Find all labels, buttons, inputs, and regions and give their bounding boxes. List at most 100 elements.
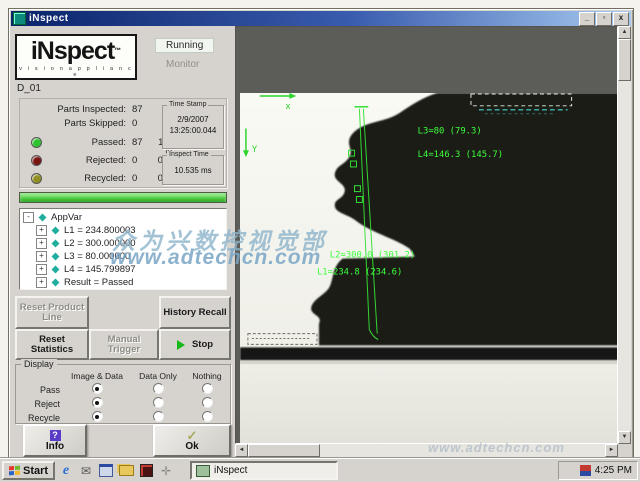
- tree-root-label: AppVar: [51, 212, 82, 223]
- collapse-icon[interactable]: -: [23, 212, 34, 223]
- window-titlebar[interactable]: iNspect _ ▫ x: [11, 11, 631, 26]
- scrollbar-corner: [618, 444, 631, 457]
- tree-item-label: L3 = 80.000000: [64, 251, 130, 262]
- horizontal-scrollbar[interactable]: ◄ ►: [235, 444, 618, 457]
- variable-icon: [52, 266, 60, 274]
- bar-shadow: [240, 360, 618, 364]
- logo-trademark: ™: [114, 48, 121, 55]
- tree-item-label: L1 = 234.800003: [64, 225, 136, 236]
- measurement-l3: L3=80 (79.3): [418, 126, 482, 136]
- radio-pass-image-data[interactable]: [92, 383, 103, 394]
- stop-button[interactable]: Stop: [159, 329, 231, 360]
- radio-pass-data-only[interactable]: [153, 383, 164, 394]
- radio-reject-data-only[interactable]: [153, 397, 164, 408]
- tree-item[interactable]: + L4 = 145.799897: [23, 263, 226, 276]
- parts-skipped-label: Parts Skipped:: [36, 118, 126, 129]
- radio-reject-nothing[interactable]: [202, 397, 213, 408]
- expand-icon[interactable]: +: [36, 264, 47, 275]
- window-title: iNspect: [29, 13, 578, 24]
- close-button[interactable]: x: [613, 12, 629, 26]
- passed-label: Passed:: [36, 137, 126, 148]
- info-button-label: Info: [46, 441, 64, 452]
- inspect-window: iNspect _ ▫ x iNspect™ v i s i o n a p p…: [8, 8, 634, 460]
- variable-tree[interactable]: - AppVar + L1 = 234.800003 + L2 = 300.00…: [19, 208, 227, 290]
- radio-reject-image-data[interactable]: [92, 397, 103, 408]
- scroll-up-icon[interactable]: ▲: [618, 26, 631, 39]
- vertical-scrollbar[interactable]: ▲ ▼: [618, 26, 631, 444]
- radio-recycle-image-data[interactable]: [92, 411, 103, 422]
- media-app-icon[interactable]: [138, 463, 154, 479]
- tree-item[interactable]: + L3 = 80.000000: [23, 250, 226, 263]
- vertical-scroll-thumb[interactable]: [618, 39, 631, 81]
- control-panel: iNspect™ v i s i o n a p p l i a n c e R…: [11, 26, 236, 457]
- column-header: Nothing: [186, 371, 228, 381]
- system-tray: 4:25 PM: [558, 461, 638, 480]
- product-id: D_01: [17, 83, 41, 94]
- minimize-button[interactable]: _: [579, 12, 595, 26]
- tree-item[interactable]: + L2 = 300.000000: [23, 237, 226, 250]
- tree-root[interactable]: - AppVar: [23, 211, 226, 224]
- variable-icon: [52, 279, 60, 287]
- tree-item[interactable]: + Result = Passed: [23, 276, 226, 289]
- tree-item-label: Result = Passed: [64, 277, 133, 288]
- logo-title: iNspect: [31, 37, 114, 65]
- maximize-button[interactable]: ▫: [596, 12, 612, 26]
- ie-icon[interactable]: e: [58, 463, 74, 479]
- horizontal-scroll-thumb[interactable]: [248, 444, 320, 457]
- radio-recycle-data-only[interactable]: [153, 411, 164, 422]
- radio-pass-nothing[interactable]: [202, 383, 213, 394]
- expand-icon[interactable]: +: [36, 277, 47, 288]
- timestamp-box: Time Stamp 2/9/2007 13:25:00.044: [162, 105, 224, 149]
- display-groupbox: Display Image & Data Data Only Nothing P…: [15, 364, 231, 424]
- scroll-left-icon[interactable]: ◄: [235, 444, 248, 457]
- stop-button-label: Stop: [192, 340, 213, 350]
- folder-icon[interactable]: [118, 463, 134, 479]
- taskbar-task-inspect[interactable]: iNspect: [190, 461, 338, 480]
- status-running[interactable]: Running: [155, 38, 214, 53]
- history-recall-button[interactable]: History Recall: [159, 296, 231, 329]
- recycled-label: Recycled:: [36, 173, 126, 184]
- manual-trigger-button[interactable]: Manual Trigger: [89, 329, 159, 360]
- rejected-label: Rejected:: [36, 155, 126, 166]
- inspect-time-legend: Inspect Time: [167, 151, 211, 158]
- start-button[interactable]: Start: [2, 461, 55, 480]
- tray-network-icon[interactable]: [580, 465, 591, 476]
- parts-inspected-value: 87: [132, 104, 143, 115]
- ok-button[interactable]: ✓ Ok: [153, 424, 231, 457]
- column-header: Data Only: [130, 371, 186, 381]
- crosshair-icon[interactable]: ✛: [158, 463, 174, 479]
- reset-statistics-button[interactable]: Reset Statistics: [15, 329, 89, 360]
- parts-skipped-value: 0: [132, 118, 137, 129]
- parts-inspected-label: Parts Inspected:: [36, 104, 126, 115]
- tree-item-label: L2 = 300.000000: [64, 238, 136, 249]
- app-icon: [13, 12, 26, 25]
- conveyor-bar: [240, 347, 618, 360]
- row-label-reject: Reject: [18, 399, 64, 409]
- tree-item-label: L4 = 145.799897: [64, 264, 136, 275]
- reset-product-line-button[interactable]: Reset Product Line: [15, 296, 89, 329]
- y-axis-label: Y: [252, 145, 258, 155]
- expand-icon[interactable]: +: [36, 225, 47, 236]
- status-monitor[interactable]: Monitor: [157, 58, 208, 71]
- row-label-recycle: Recycle: [18, 413, 64, 423]
- radio-recycle-nothing[interactable]: [202, 411, 213, 422]
- scroll-right-icon[interactable]: ►: [605, 444, 618, 457]
- camera-image[interactable]: x Y L3=80 (79.3): [240, 93, 618, 444]
- control-buttons: Reset Product Line History Recall Reset …: [15, 296, 231, 360]
- logo-subtitle: v i s i o n a p p l i a n c e: [17, 66, 135, 78]
- tree-item[interactable]: + L1 = 234.800003: [23, 224, 226, 237]
- variable-icon: [52, 240, 60, 248]
- expand-icon[interactable]: +: [36, 251, 47, 262]
- inspect-time-value: 10.535 ms: [163, 165, 223, 176]
- mail-icon[interactable]: ✉: [78, 463, 94, 479]
- info-button[interactable]: ? Info: [23, 424, 87, 457]
- quick-launch: e ✉ ✛: [58, 462, 174, 479]
- play-icon: [177, 340, 185, 350]
- start-button-label: Start: [23, 465, 48, 477]
- button-grid-spacer: [89, 296, 159, 329]
- expand-icon[interactable]: +: [36, 238, 47, 249]
- display-legend: Display: [21, 359, 57, 369]
- scroll-down-icon[interactable]: ▼: [618, 431, 631, 444]
- show-desktop-icon[interactable]: [98, 463, 114, 479]
- rejected-value: 0: [132, 155, 137, 166]
